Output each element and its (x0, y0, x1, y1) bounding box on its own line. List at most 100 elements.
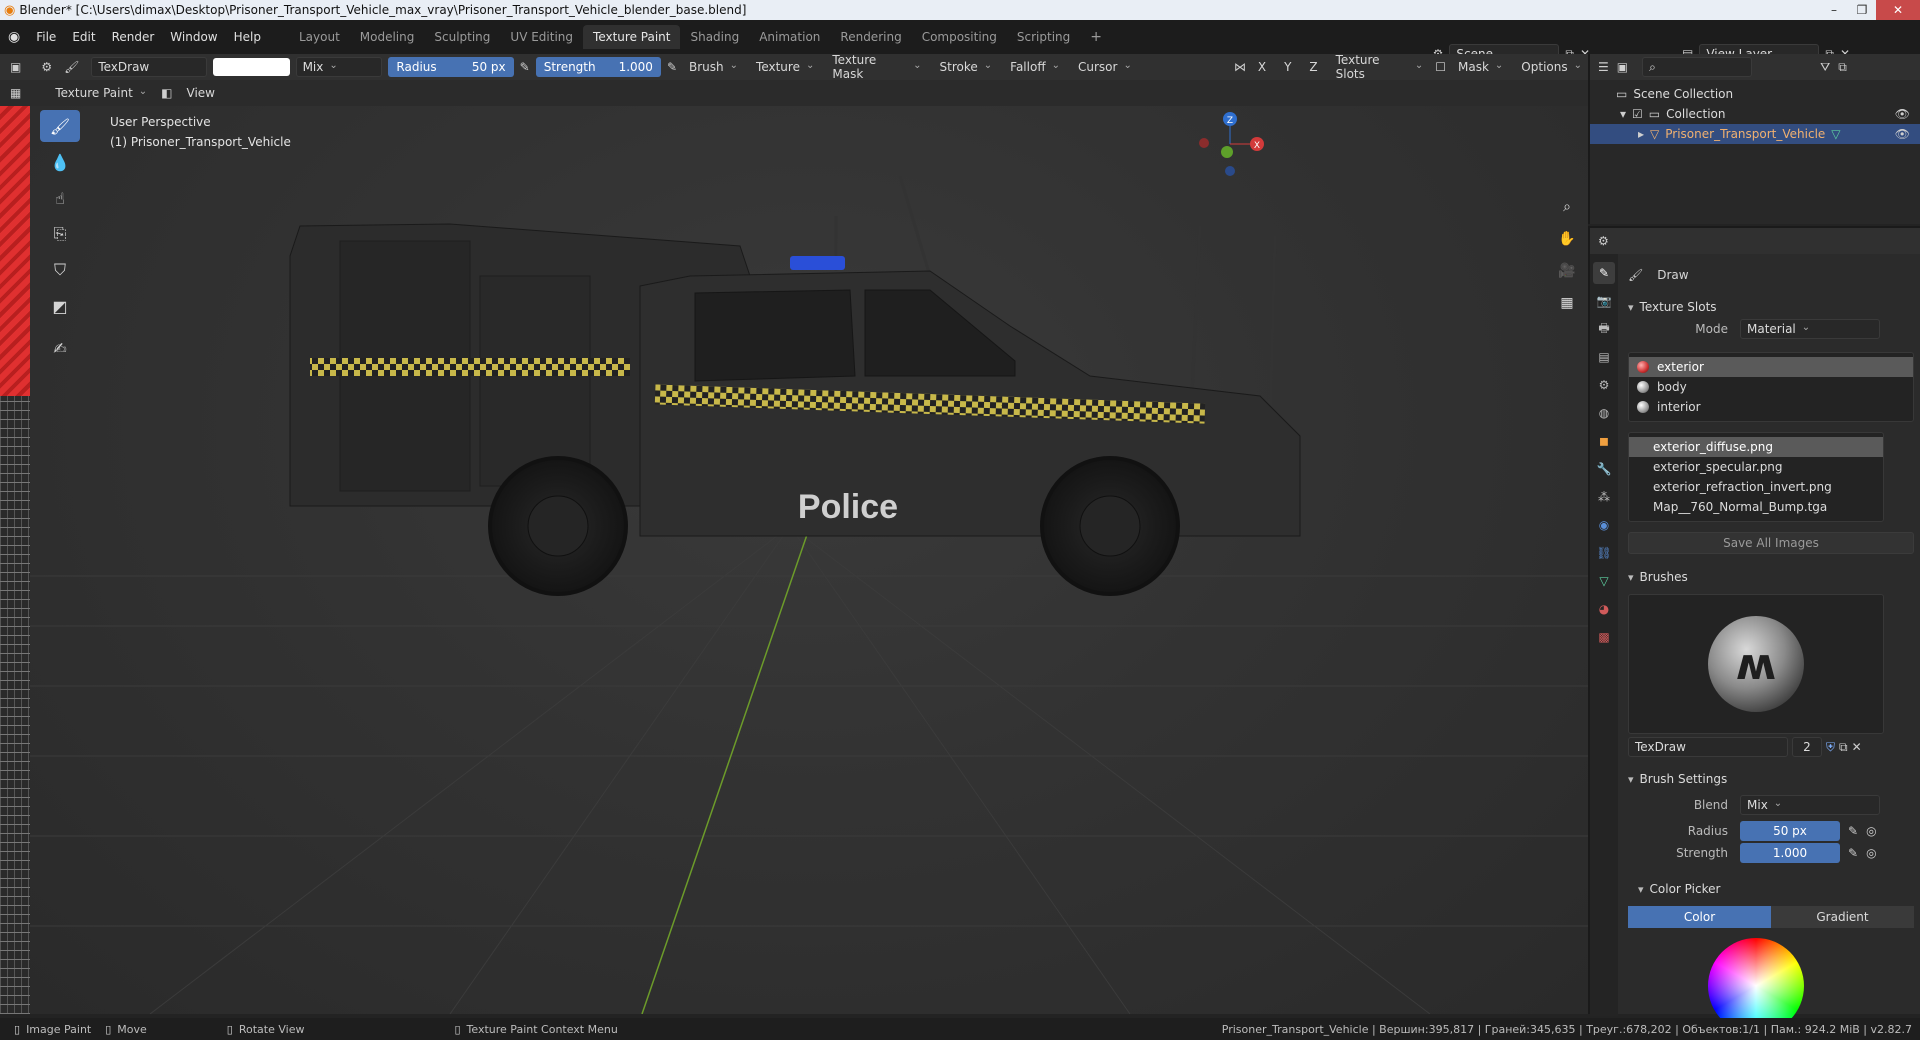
fill-tool-button[interactable]: ⛉ (40, 254, 80, 286)
maximize-icon[interactable]: ❐ (1848, 0, 1876, 20)
display-mode-icon[interactable]: ▣ (1617, 60, 1628, 74)
particles-tab-icon[interactable]: ⁂ (1593, 486, 1615, 508)
blend-dropdown[interactable]: Mix (1740, 795, 1880, 815)
unlink-brush-icon[interactable]: ✕ (1852, 740, 1862, 754)
blender-menu-icon[interactable]: ◉ (0, 29, 28, 45)
radius-slider[interactable]: Radius 50 px (388, 57, 514, 77)
tab-animation[interactable]: Animation (749, 25, 830, 49)
new-collection-icon[interactable]: ⧉ (1838, 60, 1847, 75)
camera-view-icon[interactable]: 🎥 (1554, 258, 1580, 284)
scene-tab-icon[interactable]: ⚙ (1593, 374, 1615, 396)
mask-mode-icon[interactable]: ◧ (161, 86, 172, 100)
falloff-menu[interactable]: Falloff (1004, 57, 1066, 77)
paint-slot-exterior-refraction[interactable]: exterior_refraction_invert.png (1629, 477, 1883, 497)
close-icon[interactable]: ✕ (1876, 0, 1920, 20)
eye-icon[interactable]: 👁 (1895, 107, 1910, 121)
paint-slot-normal-bump[interactable]: Map__760_Normal_Bump.tga (1629, 497, 1883, 517)
texture-menu[interactable]: Texture (750, 57, 820, 77)
menu-window[interactable]: Window (162, 30, 225, 44)
brush-menu[interactable]: Brush (683, 57, 744, 77)
add-workspace-button[interactable]: + (1080, 24, 1112, 50)
outliner-collection[interactable]: ▾ ☑ ▭ Collection 👁 (1590, 104, 1920, 124)
checkbox-icon[interactable]: ☑ (1632, 107, 1643, 121)
annotate-tool-button[interactable]: ✍ (40, 332, 80, 364)
material-slot-interior[interactable]: interior (1629, 397, 1913, 417)
editor-type-icon[interactable]: ▣ (10, 60, 21, 74)
mask-menu[interactable]: Mask (1452, 57, 1509, 77)
pressure-icon[interactable]: ✎ (1848, 824, 1858, 838)
fake-user-shield-icon[interactable]: ⛨ (1826, 740, 1835, 755)
draw-tool-button[interactable]: 🖌 (40, 110, 80, 142)
paint-slot-exterior-diffuse[interactable]: exterior_diffuse.png (1629, 437, 1883, 457)
outliner-object-row[interactable]: ▸ ▽ Prisoner_Transport_Vehicle ▽ 👁 (1590, 124, 1920, 144)
brush-users-count[interactable]: 2 (1792, 737, 1822, 757)
unified-size-icon[interactable]: ◎ (1866, 824, 1876, 838)
mask-tool-button[interactable]: ◩ (40, 290, 80, 322)
world-tab-icon[interactable]: ◍ (1593, 402, 1615, 424)
zoom-icon[interactable]: ⌕ (1554, 194, 1580, 220)
brush-settings-section[interactable]: Brush Settings (1628, 768, 1914, 790)
tab-compositing[interactable]: Compositing (912, 25, 1007, 49)
blend-mode-dropdown[interactable]: Mix (295, 57, 383, 77)
menu-edit[interactable]: Edit (64, 30, 103, 44)
mask-checkbox[interactable]: ☐ (1435, 60, 1446, 74)
color-picker-section[interactable]: Color Picker (1628, 878, 1914, 900)
texture-slots-menu[interactable]: Texture Slots (1330, 53, 1430, 81)
cursor-menu[interactable]: Cursor (1072, 57, 1138, 77)
smear-tool-button[interactable]: ☝ (40, 182, 80, 214)
tab-rendering[interactable]: Rendering (830, 25, 911, 49)
render-tab-icon[interactable]: 📷 (1593, 290, 1615, 312)
expand-arrow-icon[interactable]: ▾ (1620, 107, 1626, 121)
3d-viewport[interactable]: Police Z X (30, 106, 1588, 1014)
brush-name-input[interactable]: TexDraw (1628, 737, 1788, 757)
output-tab-icon[interactable]: 🖶 (1593, 318, 1615, 340)
mirror-z-toggle[interactable]: Z (1303, 57, 1323, 77)
view-layer-tab-icon[interactable]: ▤ (1593, 346, 1615, 368)
navigation-gizmo[interactable]: Z X (1199, 112, 1264, 176)
mode-dropdown[interactable]: Texture Paint (49, 83, 153, 103)
paint-slot-exterior-specular[interactable]: exterior_specular.png (1629, 457, 1883, 477)
texture-slots-section[interactable]: Texture Slots (1628, 296, 1914, 318)
radius-pressure-icon[interactable]: ✎ (520, 60, 530, 74)
brush-color-swatch[interactable] (212, 58, 290, 76)
unified-strength-icon[interactable]: ◎ (1866, 846, 1876, 860)
tool-settings-icon[interactable]: ⚙ (41, 60, 52, 74)
material-tab-icon[interactable]: ◕ (1593, 598, 1615, 620)
tab-sculpting[interactable]: Sculpting (424, 25, 500, 49)
physics-tab-icon[interactable]: ◉ (1593, 514, 1615, 536)
gradient-tab[interactable]: Gradient (1771, 906, 1914, 928)
options-menu[interactable]: Options (1515, 57, 1588, 77)
pressure-icon[interactable]: ✎ (1848, 846, 1858, 860)
image-editor-strip[interactable] (0, 106, 30, 1014)
menu-help[interactable]: Help (226, 30, 269, 44)
tab-shading[interactable]: Shading (680, 25, 749, 49)
tab-texture-paint[interactable]: Texture Paint (583, 25, 681, 49)
menu-render[interactable]: Render (104, 30, 163, 44)
eye-icon[interactable]: 👁 (1895, 127, 1910, 141)
soften-tool-button[interactable]: 💧 (40, 146, 80, 178)
color-tab[interactable]: Color (1628, 906, 1771, 928)
tab-layout[interactable]: Layout (289, 25, 350, 49)
tab-uv-editing[interactable]: UV Editing (500, 25, 583, 49)
mode-dropdown-field[interactable]: Material (1740, 319, 1880, 339)
modifier-tab-icon[interactable]: 🔧 (1593, 458, 1615, 480)
tool-tab-icon[interactable]: ✎ (1593, 262, 1615, 284)
expand-arrow-icon[interactable]: ▸ (1638, 127, 1644, 141)
material-slot-exterior[interactable]: exterior (1629, 357, 1913, 377)
outliner-editor-icon[interactable]: ☰ (1598, 60, 1609, 74)
view-menu[interactable]: View (181, 83, 221, 103)
ortho-grid-icon[interactable]: ▦ (1554, 290, 1580, 316)
pan-hand-icon[interactable]: ✋ (1554, 226, 1580, 252)
save-all-images-button[interactable]: Save All Images (1628, 532, 1914, 554)
texture-tab-icon[interactable]: ▩ (1593, 626, 1615, 648)
stroke-menu[interactable]: Stroke (934, 57, 999, 77)
vehicle-model[interactable]: Police (289, 175, 1301, 596)
clone-tool-button[interactable]: ⎘ (40, 218, 80, 250)
mirror-x-toggle[interactable]: X (1252, 57, 1272, 77)
object-tab-icon[interactable]: ◼ (1593, 430, 1615, 452)
outliner-scene-collection[interactable]: ▭ Scene Collection (1590, 84, 1920, 104)
filter-icon[interactable]: ⛛ (1820, 60, 1830, 75)
tab-modeling[interactable]: Modeling (350, 25, 425, 49)
constraints-tab-icon[interactable]: ⛓ (1593, 542, 1615, 564)
properties-editor-icon[interactable]: ⚙ (1598, 234, 1609, 248)
